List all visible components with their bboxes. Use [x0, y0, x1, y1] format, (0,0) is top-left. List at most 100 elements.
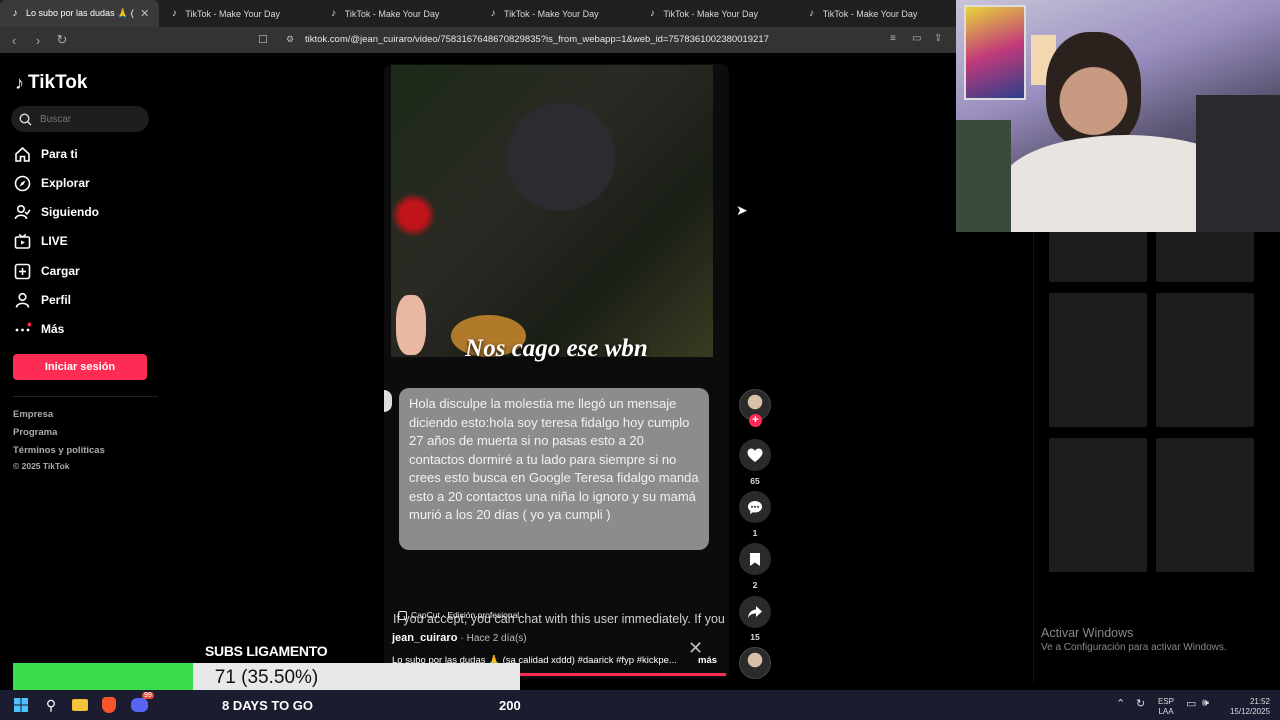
tab-label: TikTok - Make Your Day: [344, 8, 440, 19]
tab-4[interactable]: ♪ TikTok - Make Your Day: [478, 0, 637, 27]
share-count: 15: [750, 632, 760, 642]
video-thumbnail[interactable]: [1049, 232, 1147, 282]
video-thumbnail[interactable]: [1049, 293, 1147, 427]
search-box[interactable]: [11, 106, 149, 132]
sidebar-item-para-ti[interactable]: Para ti: [14, 144, 78, 164]
video-author[interactable]: jean_cuiraro · Hace 2 día(s): [392, 632, 527, 644]
more-link[interactable]: más: [698, 655, 717, 666]
windows-start-icon[interactable]: [10, 694, 32, 716]
subs-goal-text: 71 (35.50%): [214, 667, 319, 688]
reader-icon[interactable]: ≡: [890, 33, 896, 44]
url-field[interactable]: tiktok.com/@jean_cuiraro/video/758316764…: [305, 34, 769, 45]
search-icon: [19, 112, 32, 125]
heart-icon: [747, 448, 763, 462]
tab-2[interactable]: ♪ TikTok - Make Your Day: [159, 0, 318, 27]
bookmark-icon[interactable]: ☐: [258, 33, 268, 46]
tiktok-icon: ♪: [649, 8, 655, 19]
divider: [1033, 232, 1034, 682]
network-icon[interactable]: ▭: [1186, 697, 1196, 710]
sidebar-item-live[interactable]: LIVE: [14, 231, 68, 251]
activate-subtitle: Ve a Configuración para activar Windows.: [1041, 642, 1227, 653]
tab-label: TikTok - Make Your Day: [822, 8, 918, 19]
shelf: [956, 120, 1011, 232]
sidebar-item-label: Cargar: [41, 264, 80, 278]
person-figure: [481, 85, 641, 245]
site-info-icon[interactable]: ⚙: [286, 34, 294, 45]
follow-plus-icon[interactable]: +: [749, 414, 762, 427]
file-explorer-icon[interactable]: [69, 694, 91, 716]
sync-icon[interactable]: ↻: [1136, 697, 1145, 710]
video-frame-image: [391, 65, 713, 357]
music-disc-avatar[interactable]: [739, 647, 771, 679]
language-layout: LAA: [1158, 707, 1174, 716]
gaming-chair: [1196, 95, 1280, 232]
back-icon[interactable]: ‹: [4, 30, 24, 50]
login-button[interactable]: Iniciar sesión: [13, 354, 147, 380]
webcam-overlay: [956, 0, 1280, 232]
search-input[interactable]: [40, 113, 140, 125]
share-button[interactable]: [739, 596, 771, 628]
wall-poster: [964, 5, 1026, 100]
language-indicator[interactable]: ESP LAA: [1158, 697, 1174, 717]
tab-5[interactable]: ♪ TikTok - Make Your Day: [637, 0, 796, 27]
copyright: © 2025 TikTok: [13, 461, 70, 471]
subs-goal-label: SUBS LIGAMENTO: [205, 643, 328, 659]
tiktok-logo[interactable]: ♪ TikTok: [15, 72, 87, 94]
clock[interactable]: 21:52 15/12/2025: [1222, 697, 1270, 717]
footer-link-terminos[interactable]: Términos y políticas: [13, 445, 105, 456]
brave-browser-icon[interactable]: [98, 694, 120, 716]
days-to-go: 8 DAYS TO GO: [222, 698, 314, 713]
close-icon[interactable]: ✕: [140, 7, 149, 20]
forward-icon[interactable]: ›: [28, 30, 48, 50]
video-progress-bar[interactable]: [520, 673, 726, 676]
share-page-icon[interactable]: ⇪: [934, 33, 942, 44]
home-icon: [15, 146, 30, 162]
tab-active[interactable]: ♪ Lo subo por las dudas 🙏 (sa calidad xd…: [0, 0, 160, 27]
tab-3[interactable]: ♪ TikTok - Make Your Day: [319, 0, 478, 27]
tab-label: Lo subo por las dudas 🙏 (sa calidad xddd…: [26, 8, 134, 18]
tiktok-icon: ♪: [331, 8, 337, 19]
sidebar-item-siguiendo[interactable]: Siguiendo: [14, 202, 99, 222]
tray-chevron-icon[interactable]: ⌃: [1116, 697, 1125, 710]
compass-icon: [14, 175, 31, 191]
windows-activation-notice: Activar Windows Ve a Configuración para …: [1041, 626, 1227, 653]
activate-title: Activar Windows: [1041, 626, 1134, 640]
mouse-cursor-icon: ➤: [736, 202, 748, 218]
tiktok-icon: ♪: [12, 8, 18, 19]
save-count: 2: [752, 580, 758, 590]
streamer-head: [1046, 32, 1141, 147]
live-icon: [14, 233, 31, 249]
subs-goal-target: 200: [499, 698, 521, 713]
video-thumbnail[interactable]: [1156, 232, 1254, 282]
volume-icon[interactable]: 🕪: [1202, 697, 1209, 710]
clock-date: 15/12/2025: [1229, 707, 1270, 716]
tab-6[interactable]: ♪ TikTok - Make Your Day: [797, 0, 956, 27]
sidebar-item-label: Explorar: [41, 176, 90, 190]
tiktok-icon: ♪: [171, 8, 177, 19]
video-thumbnail[interactable]: [1156, 293, 1254, 427]
footer-link-empresa[interactable]: Empresa: [13, 409, 53, 420]
sidebar-item-label: LIVE: [41, 234, 68, 248]
tiktok-icon: ♪: [15, 72, 24, 93]
search-taskbar-icon[interactable]: ⚲: [40, 694, 62, 716]
capcut-badge[interactable]: CapCut · Edición profesional: [398, 610, 519, 620]
video-thumbnail[interactable]: [1049, 438, 1147, 572]
sidebar-item-label: Más: [41, 322, 65, 336]
sidebar-item-explorar[interactable]: Explorar: [14, 173, 90, 193]
sidebar-item-perfil[interactable]: Perfil: [14, 290, 71, 310]
tiktok-icon: ♪: [490, 8, 496, 19]
sidebar-item-cargar[interactable]: Cargar: [14, 261, 80, 281]
video-thumbnail[interactable]: [1156, 438, 1254, 572]
share-icon: [748, 606, 762, 618]
language-code: ESP: [1158, 697, 1175, 706]
more-icon: [15, 322, 31, 331]
reload-icon[interactable]: ↻: [52, 30, 72, 50]
cast-icon[interactable]: ▭: [912, 33, 921, 44]
save-button[interactable]: [739, 543, 771, 575]
like-button[interactable]: [739, 439, 771, 471]
comment-button[interactable]: [739, 491, 771, 523]
author-name[interactable]: jean_cuiraro: [392, 632, 457, 644]
sidebar-item-mas[interactable]: Más: [14, 319, 64, 339]
footer-link-programa[interactable]: Programa: [13, 427, 57, 438]
message-bubble: Hola disculpe la molestia me llegó un me…: [399, 388, 709, 550]
